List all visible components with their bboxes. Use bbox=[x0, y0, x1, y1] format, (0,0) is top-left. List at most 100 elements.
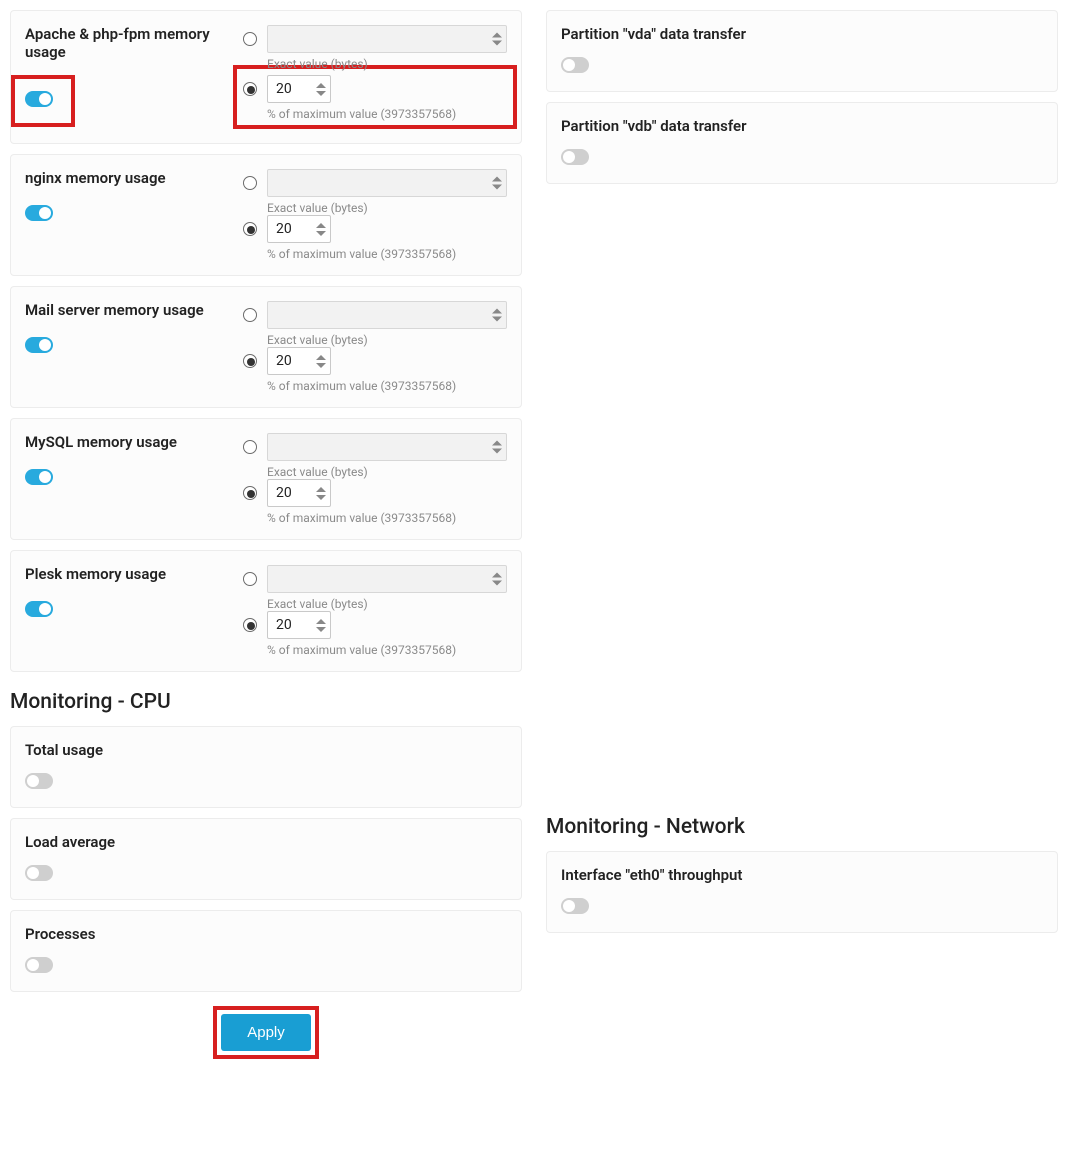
step-down-icon[interactable] bbox=[316, 362, 326, 368]
step-up-icon[interactable] bbox=[316, 619, 326, 625]
percent-highlight-frame: 20 % of maximum value (3973357568) bbox=[243, 215, 507, 261]
toggle-highlight-frame bbox=[11, 75, 75, 127]
memory-card-nginx: nginx memory usage Exact value (bytes) 20%… bbox=[10, 154, 522, 276]
radio-exact-value[interactable] bbox=[243, 308, 257, 322]
section-title-network: Monitoring - Network bbox=[546, 815, 1058, 839]
toggle-highlight-frame bbox=[25, 469, 225, 489]
step-down-icon[interactable] bbox=[316, 626, 326, 632]
percent-value-text: 20 bbox=[276, 617, 316, 633]
memory-card-plesk: Plesk memory usage Exact value (bytes) 20%… bbox=[10, 550, 522, 672]
step-down-icon[interactable] bbox=[492, 184, 502, 190]
enable-toggle[interactable] bbox=[25, 773, 53, 789]
section-title-cpu: Monitoring - CPU bbox=[10, 690, 522, 714]
percent-value-input[interactable]: 20 bbox=[267, 611, 331, 639]
exact-value-input[interactable] bbox=[267, 25, 507, 53]
percent-value-caption: % of maximum value (3973357568) bbox=[267, 379, 507, 393]
step-down-icon[interactable] bbox=[492, 316, 502, 322]
exact-value-input[interactable] bbox=[267, 433, 507, 461]
enable-toggle[interactable] bbox=[25, 205, 53, 221]
percent-highlight-frame: 20 % of maximum value (3973357568) bbox=[243, 611, 507, 657]
toggle-highlight-frame bbox=[25, 205, 225, 225]
percent-value-caption: % of maximum value (3973357568) bbox=[267, 511, 507, 525]
exact-value-input[interactable] bbox=[267, 169, 507, 197]
percent-value-text: 20 bbox=[276, 353, 316, 369]
step-up-icon[interactable] bbox=[316, 83, 326, 89]
step-up-icon[interactable] bbox=[316, 355, 326, 361]
radio-exact-value[interactable] bbox=[243, 176, 257, 190]
simple-card-total-usage: Total usage bbox=[10, 726, 522, 808]
percent-highlight-frame: 20 % of maximum value (3973357568) bbox=[233, 65, 517, 129]
apply-highlight-frame: Apply bbox=[213, 1006, 319, 1059]
simple-card-eth0: Interface "eth0" throughput bbox=[546, 851, 1058, 933]
enable-toggle[interactable] bbox=[561, 898, 589, 914]
exact-value-input[interactable] bbox=[267, 565, 507, 593]
exact-value-caption: Exact value (bytes) bbox=[267, 597, 507, 611]
step-down-icon[interactable] bbox=[492, 448, 502, 454]
simple-card-processes: Processes bbox=[10, 910, 522, 992]
percent-highlight-frame: 20 % of maximum value (3973357568) bbox=[243, 479, 507, 525]
percent-value-input[interactable]: 20 bbox=[267, 75, 331, 103]
step-up-icon[interactable] bbox=[492, 177, 502, 183]
card-title: Apache & php-fpm memory usage bbox=[25, 25, 225, 61]
card-title: Partition "vda" data transfer bbox=[561, 25, 1043, 43]
exact-value-caption: Exact value (bytes) bbox=[267, 201, 507, 215]
percent-value-text: 20 bbox=[276, 485, 316, 501]
simple-card-vdb: Partition "vdb" data transfer bbox=[546, 102, 1058, 184]
card-title: Plesk memory usage bbox=[25, 565, 225, 583]
radio-exact-value[interactable] bbox=[243, 572, 257, 586]
card-title: Processes bbox=[25, 925, 507, 943]
step-down-icon[interactable] bbox=[316, 90, 326, 96]
radio-percent-value[interactable] bbox=[243, 354, 257, 368]
radio-percent-value[interactable] bbox=[243, 82, 257, 96]
radio-percent-value[interactable] bbox=[243, 222, 257, 236]
memory-card-mail: Mail server memory usage Exact value (byt… bbox=[10, 286, 522, 408]
card-title: Partition "vdb" data transfer bbox=[561, 117, 1043, 135]
toggle-highlight-frame bbox=[25, 337, 225, 357]
percent-value-text: 20 bbox=[276, 81, 316, 97]
step-down-icon[interactable] bbox=[316, 230, 326, 236]
exact-value-input[interactable] bbox=[267, 301, 507, 329]
card-title: nginx memory usage bbox=[25, 169, 225, 187]
step-down-icon[interactable] bbox=[316, 494, 326, 500]
enable-toggle[interactable] bbox=[25, 601, 53, 617]
percent-value-caption: % of maximum value (3973357568) bbox=[267, 247, 507, 261]
memory-card-apache: Apache & php-fpm memory usageExact value… bbox=[10, 10, 522, 144]
toggle-highlight-frame bbox=[25, 601, 225, 621]
step-down-icon[interactable] bbox=[492, 580, 502, 586]
apply-button[interactable]: Apply bbox=[221, 1014, 311, 1051]
exact-value-caption: Exact value (bytes) bbox=[267, 333, 507, 347]
step-up-icon[interactable] bbox=[492, 441, 502, 447]
card-title: Load average bbox=[25, 833, 507, 851]
enable-toggle[interactable] bbox=[25, 957, 53, 973]
step-up-icon[interactable] bbox=[316, 487, 326, 493]
simple-card-load-average: Load average bbox=[10, 818, 522, 900]
percent-value-caption: % of maximum value (3973357568) bbox=[267, 107, 503, 121]
step-up-icon[interactable] bbox=[316, 223, 326, 229]
step-up-icon[interactable] bbox=[492, 33, 502, 39]
radio-exact-value[interactable] bbox=[243, 440, 257, 454]
simple-card-vda: Partition "vda" data transfer bbox=[546, 10, 1058, 92]
percent-value-input[interactable]: 20 bbox=[267, 479, 331, 507]
exact-value-caption: Exact value (bytes) bbox=[267, 465, 507, 479]
enable-toggle[interactable] bbox=[25, 469, 53, 485]
step-up-icon[interactable] bbox=[492, 573, 502, 579]
step-up-icon[interactable] bbox=[492, 309, 502, 315]
card-title: Interface "eth0" throughput bbox=[561, 866, 1043, 884]
radio-percent-value[interactable] bbox=[243, 486, 257, 500]
radio-exact-value[interactable] bbox=[243, 32, 257, 46]
percent-value-caption: % of maximum value (3973357568) bbox=[267, 643, 507, 657]
step-down-icon[interactable] bbox=[492, 40, 502, 46]
enable-toggle[interactable] bbox=[25, 337, 53, 353]
enable-toggle[interactable] bbox=[561, 149, 589, 165]
percent-highlight-frame: 20 % of maximum value (3973357568) bbox=[243, 347, 507, 393]
radio-percent-value[interactable] bbox=[243, 618, 257, 632]
card-title: Total usage bbox=[25, 741, 507, 759]
card-title: Mail server memory usage bbox=[25, 301, 225, 319]
enable-toggle[interactable] bbox=[25, 865, 53, 881]
memory-card-mysql: MySQL memory usageExact value (bytes)20%… bbox=[10, 418, 522, 540]
enable-toggle[interactable] bbox=[561, 57, 589, 73]
percent-value-input[interactable]: 20 bbox=[267, 347, 331, 375]
percent-value-input[interactable]: 20 bbox=[267, 215, 331, 243]
enable-toggle[interactable] bbox=[25, 91, 53, 107]
percent-value-text: 20 bbox=[276, 221, 316, 237]
